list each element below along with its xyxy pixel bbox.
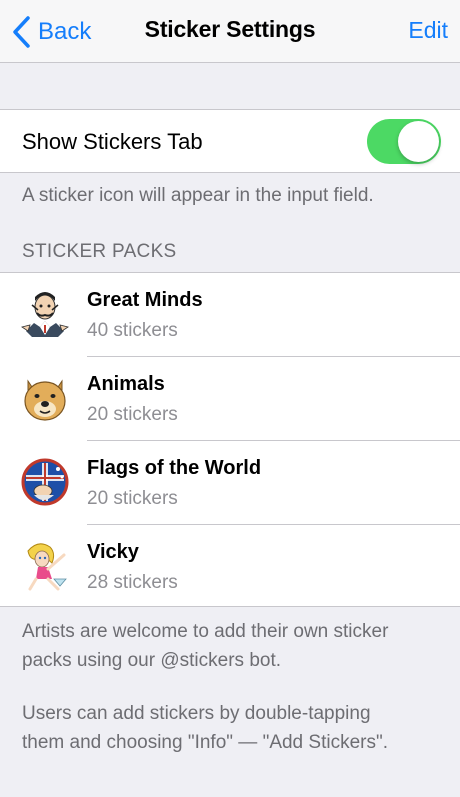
sticker-pack-name: Animals — [87, 373, 165, 395]
sticker-pack-count: 28 stickers — [87, 572, 178, 593]
page-title: Sticker Settings — [144, 16, 316, 42]
footer-users-text: Users can add stickers by double-tapping… — [22, 699, 388, 757]
sticker-pack-name: Great Minds — [87, 289, 203, 311]
vicky-sticker-icon — [27, 543, 67, 591]
show-stickers-tab-switch[interactable] — [367, 119, 441, 164]
sticker-pack-flags-of-the-world[interactable]: Flags of the World 20 stickers — [0, 441, 460, 525]
sticker-packs-list: Great Minds 40 stickers Animals 20 stick… — [0, 272, 460, 607]
sticker-pack-count: 20 stickers — [87, 404, 178, 425]
show-stickers-tab-label: Show Stickers Tab — [22, 129, 203, 154]
sticker-packs-header: STICKER PACKS — [22, 241, 177, 262]
sticker-pack-count: 20 stickers — [87, 488, 178, 509]
flags-sticker-icon — [21, 458, 69, 506]
sticker-pack-great-minds[interactable]: Great Minds 40 stickers — [0, 273, 460, 357]
switch-knob — [398, 121, 439, 162]
footer-line: Users can add stickers by double-tapping — [22, 703, 371, 724]
edit-button[interactable]: Edit — [408, 17, 448, 44]
toggle-footnote: A sticker icon will appear in the input … — [22, 185, 374, 206]
sticker-pack-name: Flags of the World — [87, 457, 262, 479]
sticker-pack-animals[interactable]: Animals 20 stickers — [0, 357, 460, 441]
great-minds-sticker-icon — [21, 292, 69, 337]
footer-line: them and choosing "Info" — "Add Stickers… — [22, 732, 388, 753]
footer-line: packs using our @stickers bot. — [22, 650, 282, 671]
footer-line: Artists are welcome to add their own sti… — [22, 621, 389, 642]
navigation-bar: Back Sticker Settings Edit — [0, 0, 460, 63]
sticker-pack-count: 40 stickers — [87, 320, 178, 341]
footer-artists-text: Artists are welcome to add their own sti… — [22, 617, 388, 675]
sticker-pack-vicky[interactable]: Vicky 28 stickers — [0, 525, 460, 609]
doge-sticker-icon — [24, 379, 66, 421]
show-stickers-tab-row: Show Stickers Tab — [0, 109, 460, 173]
sticker-pack-name: Vicky — [87, 541, 139, 563]
